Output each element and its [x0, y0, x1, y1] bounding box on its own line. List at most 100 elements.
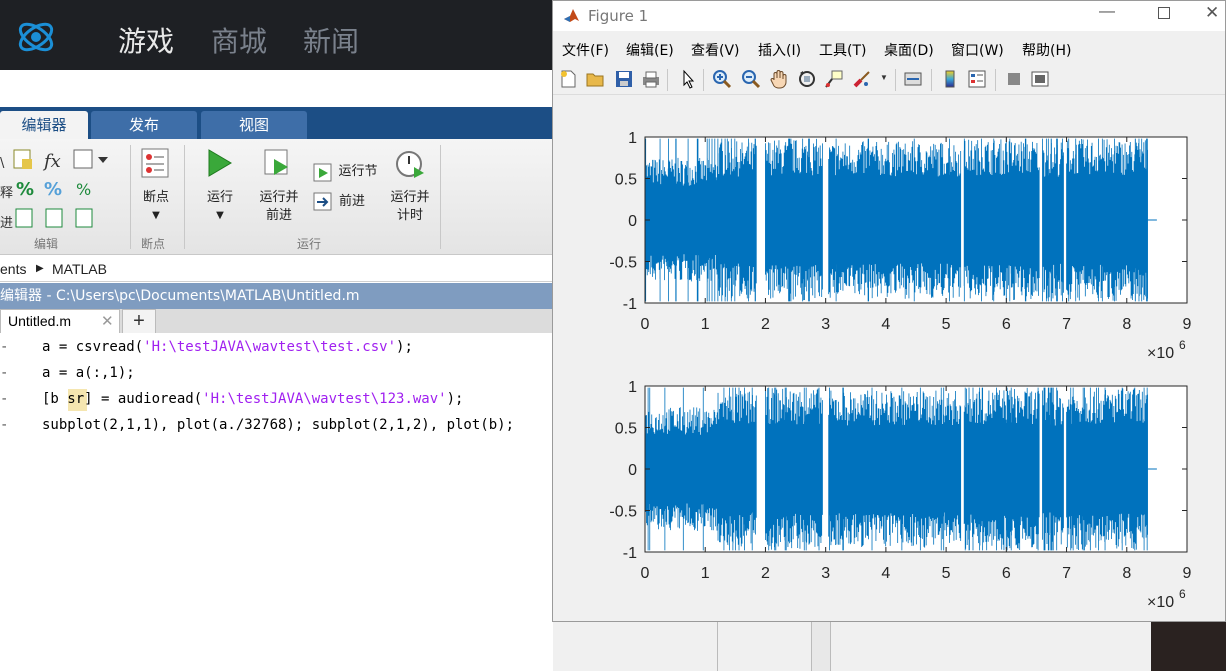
code-line[interactable]: [b sr] = audioread('H:\testJAVA\wavtest\… — [42, 391, 463, 407]
run-section-button[interactable]: 运行节 — [337, 163, 379, 181]
run-button[interactable]: 运行 — [200, 189, 240, 207]
menu-window[interactable]: 窗口(W) — [951, 40, 1004, 60]
code-line[interactable]: subplot(2,1,1), plot(a./32768); subplot(… — [42, 417, 514, 433]
zoom-out-icon[interactable] — [741, 69, 761, 89]
svg-text:%: % — [16, 179, 34, 200]
maximize-button[interactable] — [1158, 7, 1170, 19]
code-editor[interactable]: - a = csvread('H:\testJAVA\wavtest\test.… — [0, 333, 560, 671]
new-tab-button[interactable]: + — [122, 309, 156, 333]
tab-untitled[interactable]: Untitled.m ✕ — [0, 309, 120, 333]
hide-plot-tools-icon[interactable] — [1004, 69, 1024, 89]
matlab-ribbon: fx % % % \ 释 进 编辑 断点 ▼ 断点 运行 ▼ 运行并 前进 运行… — [0, 139, 560, 255]
menu-insert[interactable]: 插入(I) — [758, 40, 801, 60]
figure-canvas[interactable]: 0 1 2 3 4 5 6 7 8 9 1 0.5 0 -0.5 -1 ×10 6 0 1 2 3 4 5 6 7 8 9 1 0.5 0… — [553, 96, 1225, 621]
chevron-right-icon: ▶ — [36, 263, 44, 274]
link-plot-icon[interactable] — [903, 69, 923, 89]
colorbar-icon[interactable] — [940, 69, 960, 89]
legend-icon[interactable] — [967, 69, 987, 89]
editor-title: 编辑器 - C:\Users\pc\Documents\MATLAB\Untit… — [0, 288, 360, 304]
figure-title: Figure 1 — [588, 7, 649, 25]
breakpoints-button[interactable]: 断点 — [136, 189, 176, 207]
section-edit-label: 编辑 — [34, 237, 59, 251]
close-button[interactable]: ✕ — [1205, 3, 1219, 23]
close-icon[interactable]: ✕ — [101, 312, 114, 330]
chevron-down-icon[interactable]: ▼ — [210, 207, 230, 225]
run-section-icon[interactable] — [313, 163, 333, 183]
nav-shop[interactable]: 商城 — [211, 20, 267, 60]
x-exponent-power: 6 — [1179, 587, 1186, 601]
x-tick-label: 7 — [1062, 565, 1071, 582]
tab-view[interactable]: 视图 — [201, 111, 307, 139]
x-tick-label: 1 — [701, 565, 710, 582]
nav-news[interactable]: 新闻 — [303, 20, 359, 60]
menu-desktop[interactable]: 桌面(D) — [884, 40, 934, 60]
menu-help[interactable]: 帮助(H) — [1022, 40, 1071, 60]
code-string: 'H:\testJAVA\wavtest\test.csv' — [143, 339, 397, 355]
brush-icon[interactable] — [852, 69, 872, 89]
minimize-button[interactable]: — — [1099, 3, 1115, 21]
pointer-icon[interactable] — [679, 69, 699, 89]
breadcrumb-item[interactable]: MATLAB — [52, 256, 107, 282]
code-text: ); — [396, 339, 413, 355]
zoom-in-icon[interactable] — [712, 69, 732, 89]
chevron-down-icon[interactable]: ▼ — [880, 73, 888, 82]
x-tick-label: 0 — [641, 316, 650, 333]
rotate-3d-icon[interactable] — [797, 69, 817, 89]
data-cursor-icon[interactable] — [824, 69, 844, 89]
toolbar-separator — [931, 69, 932, 91]
y-tick-label: 0 — [628, 213, 637, 230]
menu-file[interactable]: 文件(F) — [562, 40, 609, 60]
advance-button[interactable]: 前进 — [337, 193, 367, 211]
editor-tab-bar: Untitled.m ✕ + — [0, 309, 560, 333]
x-tick-label: 3 — [821, 565, 830, 582]
run-icon[interactable] — [203, 147, 235, 179]
menu-view[interactable]: 查看(V) — [691, 40, 740, 60]
x-tick-label: 7 — [1062, 316, 1071, 333]
nav-games[interactable]: 游戏 — [118, 20, 174, 60]
advance-icon[interactable] — [313, 192, 333, 212]
figure-title-bar[interactable]: Figure 1 — ✕ — [553, 1, 1225, 31]
launcher-logo-icon[interactable] — [10, 12, 70, 62]
x-tick-label: 6 — [1002, 565, 1011, 582]
edit-tools-icons[interactable]: fx % % % \ 释 进 — [0, 145, 125, 235]
toolbar-separator — [703, 69, 704, 91]
code-text: subplot(2,1,1), plot(a./32768); subplot(… — [42, 417, 515, 433]
ribbon-separator — [440, 145, 441, 249]
svg-text:\: \ — [0, 156, 5, 171]
x-tick-label: 4 — [881, 565, 890, 582]
breakpoints-icon[interactable] — [140, 147, 172, 179]
subplot-container[interactable]: 0 1 2 3 4 5 6 7 8 9 1 0.5 0 -0.5 -1 ×10 6 0 1 2 3 4 5 6 7 8 9 1 0.5 0… — [553, 96, 1225, 621]
x-tick-label: 9 — [1183, 565, 1192, 582]
run-and-advance-button[interactable]: 运行并 前进 — [252, 189, 306, 225]
chevron-down-icon[interactable]: ▼ — [146, 207, 166, 225]
print-icon[interactable] — [641, 69, 661, 89]
code-line[interactable]: a = a(:,1); — [42, 365, 135, 381]
tab-label: Untitled.m — [8, 313, 72, 329]
waveform-series-1 — [644, 138, 1148, 302]
stopwatch-icon[interactable] — [394, 147, 426, 179]
x-tick-label: 9 — [1183, 316, 1192, 333]
pan-icon[interactable] — [769, 69, 789, 89]
matlab-logo-icon — [564, 9, 579, 22]
x-tick-label: 4 — [881, 316, 890, 333]
breadcrumb: ents ▶ MATLAB — [0, 256, 560, 282]
new-figure-icon[interactable] — [558, 69, 578, 89]
figure-toolbar: ▼ — [553, 63, 1225, 95]
x-tick-label: 2 — [761, 316, 770, 333]
menu-tools[interactable]: 工具(T) — [819, 40, 866, 60]
run-and-time-button[interactable]: 运行并 计时 — [384, 189, 436, 225]
menu-edit[interactable]: 编辑(E) — [626, 40, 674, 60]
save-icon[interactable] — [614, 69, 634, 89]
line-marker: - — [0, 391, 9, 407]
figure-menu-bar: 文件(F) 编辑(E) 查看(V) 插入(I) 工具(T) 桌面(D) 窗口(W… — [553, 31, 1225, 63]
y-tick-label: -1 — [623, 545, 637, 562]
open-file-icon[interactable] — [585, 69, 605, 89]
x-exponent-label: ×10 — [1147, 594, 1174, 611]
run-advance-icon[interactable] — [262, 147, 294, 179]
line-marker: - — [0, 339, 9, 355]
show-plot-tools-icon[interactable] — [1030, 69, 1050, 89]
tab-editor[interactable]: 编辑器 — [0, 111, 88, 139]
tab-publish[interactable]: 发布 — [91, 111, 197, 139]
code-line[interactable]: a = csvread('H:\testJAVA\wavtest\test.cs… — [42, 339, 413, 355]
breadcrumb-item[interactable]: ents — [0, 256, 26, 282]
